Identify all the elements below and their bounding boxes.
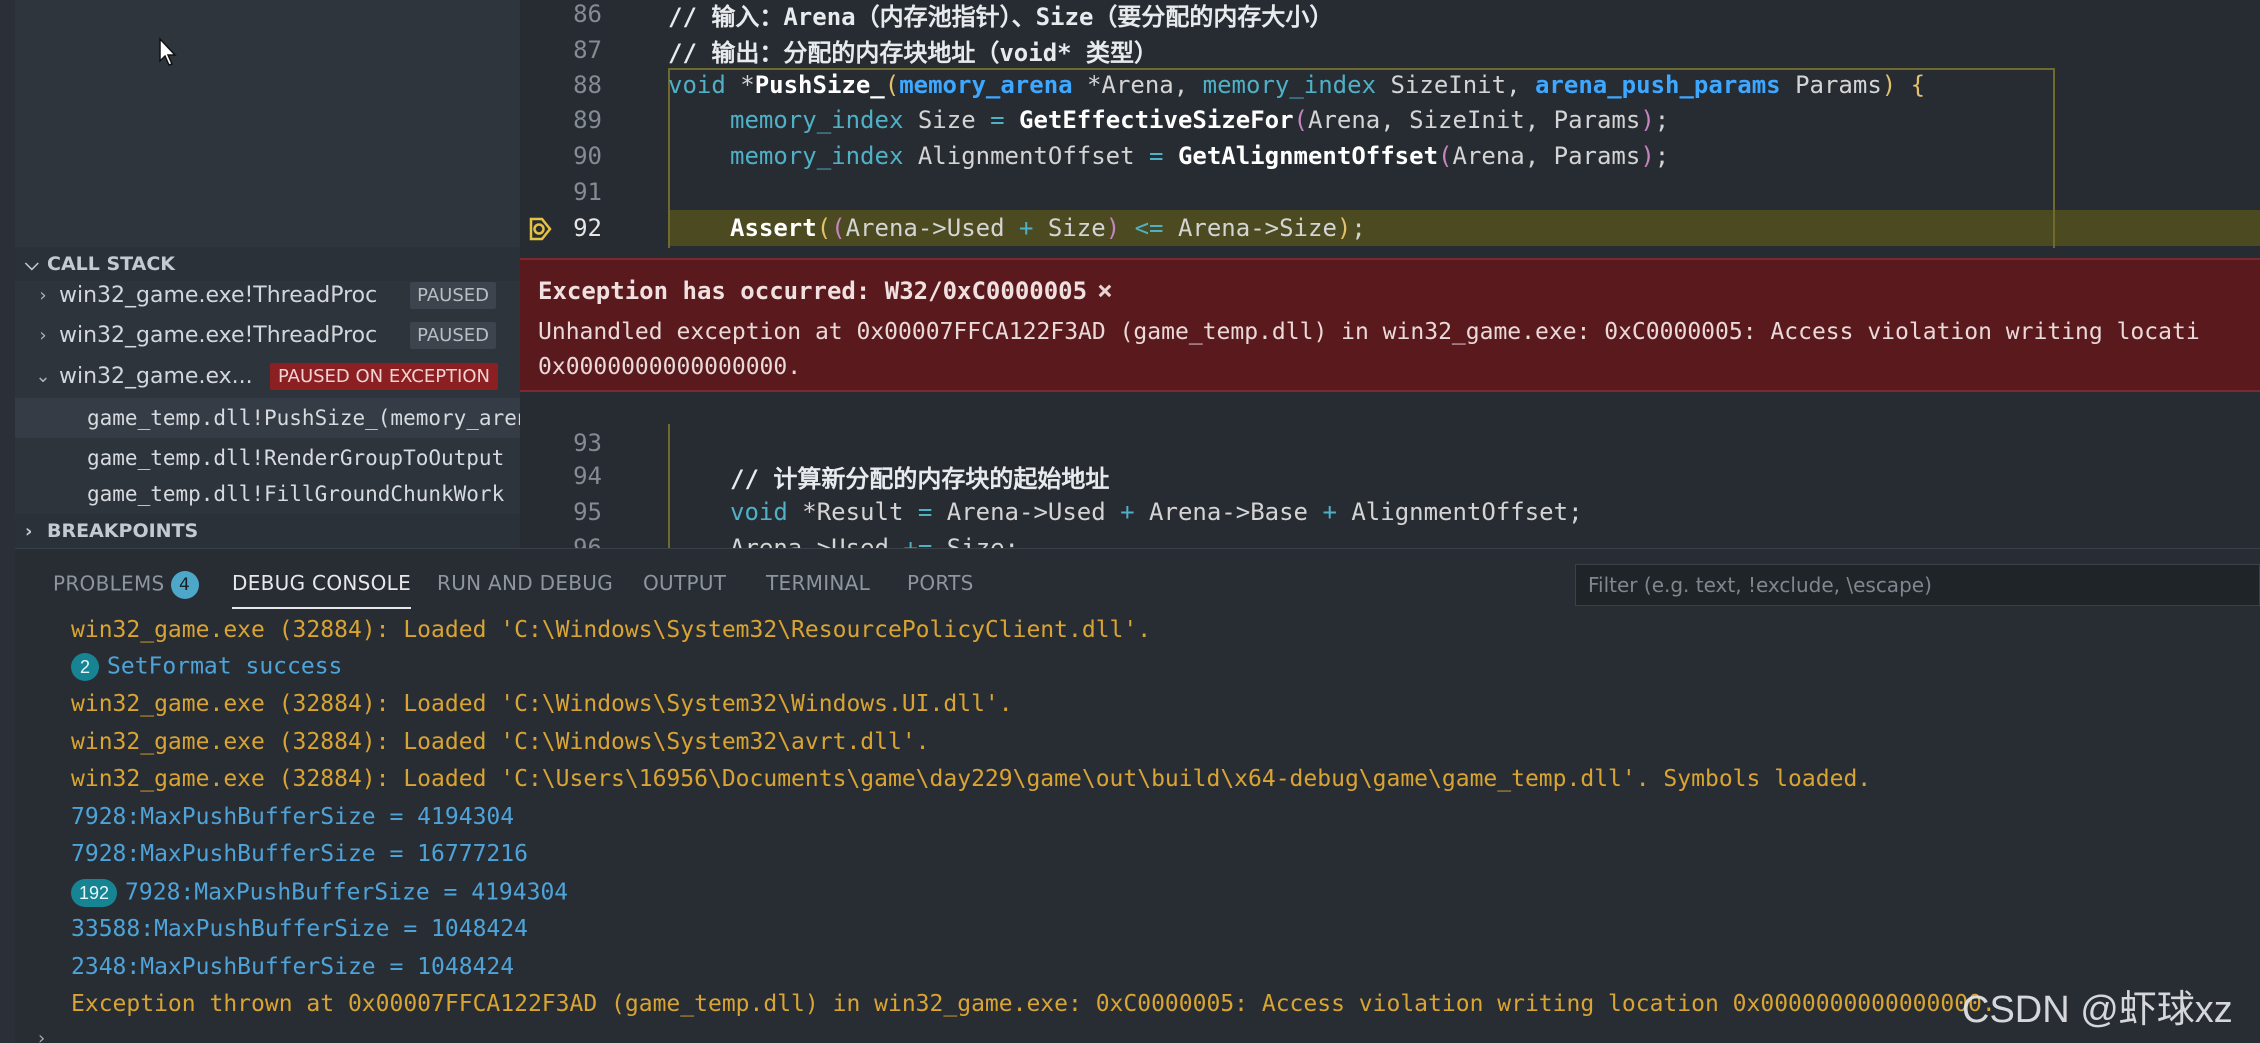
console-line: win32_game.exe (32884): Loaded 'C:\Users… (71, 766, 1872, 792)
line-number: 95 (573, 498, 602, 526)
exception-title: Exception has occurred: W32/0xC0000005 × (538, 276, 1113, 306)
tab-output[interactable]: OUTPUT (643, 571, 726, 595)
console-line: 7928:MaxPushBufferSize = 16777216 (71, 841, 528, 867)
line-number: 94 (573, 462, 602, 490)
exception-widget: Exception has occurred: W32/0xC0000005 ×… (520, 258, 2260, 392)
console-text: 7928:MaxPushBufferSize = 4194304 (125, 879, 569, 906)
chevron-down-icon: ⌵ (25, 253, 39, 275)
code-line: 91 (520, 174, 2260, 210)
repeat-count-badge: 192 (71, 879, 118, 907)
code-line: 96 Arena->Used += Size; (520, 530, 2260, 548)
frame-label: game_temp.dll!PushSize_(memory_arena (87, 406, 520, 430)
console-line: win32_game.exe (32884): Loaded 'C:\Windo… (71, 729, 930, 755)
statement: void *Result = Arena->Used + Arena->Base… (730, 498, 1583, 526)
activity-bar (0, 0, 15, 1043)
line-number: 90 (573, 142, 602, 170)
console-line: win32_game.exe (32884): Loaded 'C:\Windo… (71, 617, 1152, 643)
exception-title-text: Exception has occurred: W32/0xC0000005 (538, 277, 1088, 305)
frame-label: game_temp.dll!RenderGroupToOutput (87, 446, 505, 470)
assert-statement: Assert((Arena->Used + Size) <= Arena->Si… (730, 214, 1366, 242)
code-editor[interactable]: 86 // 输入：Arena（内存池指针）、Size（要分配的内存大小） 87 … (520, 0, 2260, 548)
tab-run-and-debug[interactable]: RUN AND DEBUG (437, 571, 613, 595)
thread-row-exception[interactable]: ⌄ win32_game.ex... PAUSED ON EXCEPTION (15, 356, 520, 396)
console-line: 2348:MaxPushBufferSize = 1048424 (71, 954, 515, 980)
exception-message: 0x0000000000000000. (538, 354, 802, 380)
exception-badge: PAUSED ON EXCEPTION (269, 362, 498, 390)
console-line-exception: Exception thrown at 0x00007FFCA122F3AD (… (71, 991, 1996, 1017)
line-number: 87 (573, 36, 602, 64)
code-line: 86 // 输入：Arena（内存池指针）、Size（要分配的内存大小） (520, 0, 2260, 32)
code-line: 88 void *PushSize_(memory_arena *Arena, … (520, 67, 2260, 103)
console-line: 2 SetFormat success (71, 653, 342, 681)
code-line: 89 memory_index Size = GetEffectiveSizeF… (520, 102, 2260, 138)
breakpoints-header[interactable]: › BREAKPOINTS (15, 514, 520, 548)
thread-name: win32_game.exe!ThreadProc (59, 322, 378, 348)
tab-ports[interactable]: PORTS (907, 571, 974, 595)
callstack-title: CALL STACK (47, 253, 176, 275)
console-text: SetFormat success (107, 653, 343, 680)
console-prompt-chevron-icon: › (38, 1028, 46, 1043)
code-line: 90 memory_index AlignmentOffset = GetAli… (520, 138, 2260, 174)
breakpoints-title: BREAKPOINTS (47, 520, 199, 542)
bottom-panel: PROBLEMS 4 DEBUG CONSOLE RUN AND DEBUG OU… (15, 548, 2260, 1043)
mouse-cursor-icon (159, 37, 177, 66)
frame-label: game_temp.dll!FillGroundChunkWork (87, 482, 505, 506)
code-line: 95 void *Result = Arena->Used + Arena->B… (520, 494, 2260, 530)
tab-label: PROBLEMS (53, 571, 165, 596)
debug-sidebar: ⌵ CALL STACK › win32_game.exe!ThreadProc… (15, 0, 520, 548)
tab-debug-console[interactable]: DEBUG CONSOLE (232, 571, 412, 609)
panel-tabs: PROBLEMS 4 DEBUG CONSOLE RUN AND DEBUG OU… (15, 549, 2260, 617)
chevron-down-icon: ⌄ (35, 365, 51, 387)
stack-frame[interactable]: game_temp.dll!FillGroundChunkWork (15, 479, 520, 509)
thread-row[interactable]: › win32_game.exe!ThreadProc PAUSED (15, 315, 520, 355)
problems-count-badge: 4 (170, 571, 199, 599)
code-line: 93 (520, 425, 2260, 461)
console-line: 33588:MaxPushBufferSize = 1048424 (71, 916, 528, 942)
paused-badge: PAUSED (410, 281, 496, 309)
filter-input[interactable]: Filter (e.g. text, !exclude, \escape) (1575, 564, 2260, 606)
close-icon[interactable]: × (1097, 276, 1113, 306)
code-line: 94 // 计算新分配的内存块的起始地址 (520, 458, 2260, 494)
thread-name: win32_game.exe!ThreadProc (59, 282, 378, 308)
variables-area (15, 0, 520, 247)
line-number: 91 (573, 178, 602, 206)
line-number: 86 (573, 0, 602, 28)
statement: Arena->Used += Size; (730, 534, 1019, 548)
stack-frame[interactable]: game_temp.dll!RenderGroupToOutput (15, 438, 520, 478)
code-line-current: 92 Assert((Arena->Used + Size) <= Arena-… (520, 210, 2260, 246)
line-number: 92 (573, 214, 602, 242)
chevron-right-icon: › (39, 284, 47, 306)
tab-problems[interactable]: PROBLEMS 4 (53, 571, 199, 599)
comment: // 输入：Arena（内存池指针）、Size（要分配的内存大小） (668, 2, 1334, 31)
paused-badge: PAUSED (410, 321, 496, 349)
exception-message: Unhandled exception at 0x00007FFCA122F3A… (538, 319, 2200, 345)
console-line: 7928:MaxPushBufferSize = 4194304 (71, 804, 515, 830)
line-number: 88 (573, 71, 602, 99)
line-number: 89 (573, 106, 602, 134)
code-line: 87 // 输出：分配的内存块地址（void* 类型） (520, 32, 2260, 68)
comment: // 计算新分配的内存块的起始地址 (730, 464, 1110, 493)
function-signature: void *PushSize_(memory_arena *Arena, mem… (668, 71, 1926, 99)
thread-name: win32_game.ex... (59, 363, 253, 389)
console-line: 192 7928:MaxPushBufferSize = 4194304 (71, 879, 568, 907)
console-line: win32_game.exe (32884): Loaded 'C:\Windo… (71, 691, 1013, 717)
chevron-right-icon: › (39, 324, 47, 346)
comment: // 输出：分配的内存块地址（void* 类型） (668, 38, 1159, 67)
repeat-count-badge: 2 (71, 653, 99, 681)
chevron-right-icon: › (25, 520, 33, 542)
line-number: 93 (573, 429, 602, 457)
tab-terminal[interactable]: TERMINAL (766, 571, 870, 595)
line-number: 96 (573, 534, 602, 548)
thread-row[interactable]: › win32_game.exe!ThreadProc PAUSED (15, 275, 520, 315)
watermark: CSDN @虾球xz (1962, 989, 2233, 1031)
statement: memory_index Size = GetEffectiveSizeFor(… (730, 106, 1670, 134)
stack-frame-selected[interactable]: game_temp.dll!PushSize_(memory_arena (15, 398, 520, 438)
statement: memory_index AlignmentOffset = GetAlignm… (730, 142, 1670, 170)
